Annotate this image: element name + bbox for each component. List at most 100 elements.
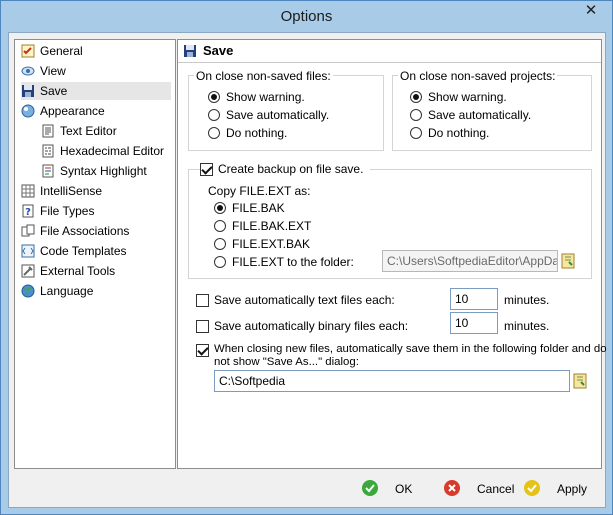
checkbox-label: Save automatically text files each: <box>214 293 395 307</box>
folder-browse-icon <box>573 373 587 389</box>
tree-item-view[interactable]: View <box>21 62 171 80</box>
browse-new-files-folder-button[interactable] <box>571 371 589 391</box>
tree-item-hexadecimal-editor[interactable]: Hexadecimal Editor <box>41 142 171 160</box>
backup-file-bak-ext-radio[interactable]: FILE.BAK.EXT <box>214 218 364 234</box>
checkbox-label: Save automatically binary files each: <box>214 319 409 333</box>
tree-item-intellisense[interactable]: IntelliSense <box>21 182 171 200</box>
new-files-folder-input[interactable]: C:\Softpedia <box>214 370 570 392</box>
checkbox-label: Create backup on file save. <box>218 162 364 176</box>
help-document-icon: ? <box>22 204 34 218</box>
cancel-button[interactable]: Cancel <box>443 476 523 502</box>
radio-label: FILE.EXT to the folder: <box>232 255 354 269</box>
autosave-binary-unit: minutes. <box>504 319 550 333</box>
globe-icon <box>21 284 35 298</box>
close-button[interactable]: ✕ <box>576 2 606 22</box>
browse-backup-folder-button[interactable] <box>559 251 577 271</box>
grid-icon <box>21 184 35 198</box>
radio-label: Do nothing. <box>428 126 490 140</box>
ok-label: OK <box>395 482 413 496</box>
autosave-binary-checkbox[interactable]: Save automatically binary files each: <box>196 318 446 334</box>
client-area: General View Save Appearance Text Editor… <box>8 32 607 508</box>
backup-file-ext-bak-radio[interactable]: FILE.EXT.BAK <box>214 236 364 252</box>
panel-title: Save <box>203 43 234 58</box>
tree-item-external-tools[interactable]: External Tools <box>21 262 171 280</box>
checklist-icon <box>21 44 35 58</box>
options-tree: General View Save Appearance Text Editor… <box>14 39 176 469</box>
cancel-label: Cancel <box>477 482 515 496</box>
tree-item-label: Syntax Highlight <box>60 164 147 178</box>
projects-save-automatically-radio[interactable]: Save automatically. <box>410 107 560 123</box>
tree-item-language[interactable]: Language <box>21 282 171 300</box>
non-saved-files-caption: On close non-saved files: <box>194 69 333 83</box>
tree-item-file-types[interactable]: ? File Types <box>21 202 171 220</box>
tree-item-label: File Associations <box>40 224 130 238</box>
radio-dot <box>214 220 226 232</box>
panel-header: Save <box>178 40 601 62</box>
radio-label: Save automatically. <box>428 108 532 122</box>
document-icon <box>42 124 54 138</box>
checkbox-label-line1: When closing new files, automatically sa… <box>214 343 607 355</box>
radio-label: Do nothing. <box>226 126 288 140</box>
tree-item-label: Text Editor <box>60 124 117 138</box>
copy-as-label: Copy FILE.EXT as: <box>208 184 311 198</box>
appearance-icon <box>21 104 35 118</box>
tree-item-label: File Types <box>40 204 95 218</box>
apply-button[interactable]: Apply <box>523 476 595 502</box>
backup-file-bak-radio[interactable]: FILE.BAK <box>214 200 364 216</box>
tree-item-label: Hexadecimal Editor <box>60 144 165 158</box>
checkbox-box <box>196 320 209 333</box>
tree-item-label: IntelliSense <box>40 184 103 198</box>
tree-item-label: View <box>40 64 66 78</box>
autosave-text-minutes-input[interactable]: 10 <box>450 288 498 310</box>
checkbox-box <box>196 294 209 307</box>
header-divider <box>178 62 601 63</box>
floppy-disk-icon <box>22 85 34 97</box>
non-saved-projects-caption: On close non-saved projects: <box>398 69 558 83</box>
projects-show-warning-radio[interactable]: Show warning. <box>410 89 560 105</box>
checkbox-box <box>196 344 209 357</box>
radio-dot <box>208 127 220 139</box>
radio-label: FILE.BAK.EXT <box>232 219 312 233</box>
create-backup-checkbox[interactable]: Create backup on file save. <box>200 161 370 177</box>
template-icon <box>21 244 35 258</box>
apply-label: Apply <box>557 482 588 496</box>
tree-item-label: Code Templates <box>40 244 127 258</box>
tree-item-label: General <box>40 44 83 58</box>
tree-item-appearance[interactable]: Appearance <box>21 102 171 120</box>
title-bar[interactable]: Options ✕ <box>1 1 612 33</box>
radio-dot <box>410 127 422 139</box>
backup-folder-input[interactable]: C:\Users\SoftpediaEditor\AppData\ <box>382 250 558 272</box>
tree-item-label: Appearance <box>40 104 105 118</box>
radio-dot <box>208 91 220 103</box>
hex-document-icon <box>42 144 54 158</box>
projects-do-nothing-radio[interactable]: Do nothing. <box>410 125 560 141</box>
tree-item-label: External Tools <box>40 264 116 278</box>
tree-item-syntax-highlight[interactable]: Syntax Highlight <box>41 162 171 180</box>
checkbox-box <box>200 163 213 176</box>
autosave-binary-minutes-input[interactable]: 10 <box>450 312 498 334</box>
svg-text:?: ? <box>25 207 31 218</box>
backup-to-folder-radio[interactable]: FILE.EXT to the folder: <box>214 254 374 270</box>
radio-label: Show warning. <box>226 90 305 104</box>
options-window: Options ✕ General View Save Appearance T… <box>0 0 613 515</box>
radio-dot <box>214 202 226 214</box>
radio-dot <box>208 109 220 121</box>
files-show-warning-radio[interactable]: Show warning. <box>208 89 358 105</box>
tree-item-file-associations[interactable]: File Associations <box>21 222 171 240</box>
files-do-nothing-radio[interactable]: Do nothing. <box>208 125 358 141</box>
tree-item-text-editor[interactable]: Text Editor <box>41 122 171 140</box>
folder-browse-icon <box>561 253 575 269</box>
files-save-automatically-radio[interactable]: Save automatically. <box>208 107 358 123</box>
ok-button[interactable]: OK <box>361 476 421 502</box>
autosave-text-checkbox[interactable]: Save automatically text files each: <box>196 292 436 308</box>
autosave-text-unit: minutes. <box>504 293 550 307</box>
window-title: Options <box>280 8 333 25</box>
tree-item-save[interactable]: Save <box>21 82 171 100</box>
radio-label: FILE.BAK <box>232 201 285 215</box>
tree-item-general[interactable]: General <box>21 42 171 60</box>
radio-label: Show warning. <box>428 90 507 104</box>
associations-icon <box>21 224 35 237</box>
ok-check-icon <box>362 480 378 496</box>
floppy-disk-icon <box>184 45 196 57</box>
tree-item-code-templates[interactable]: Code Templates <box>21 242 171 260</box>
